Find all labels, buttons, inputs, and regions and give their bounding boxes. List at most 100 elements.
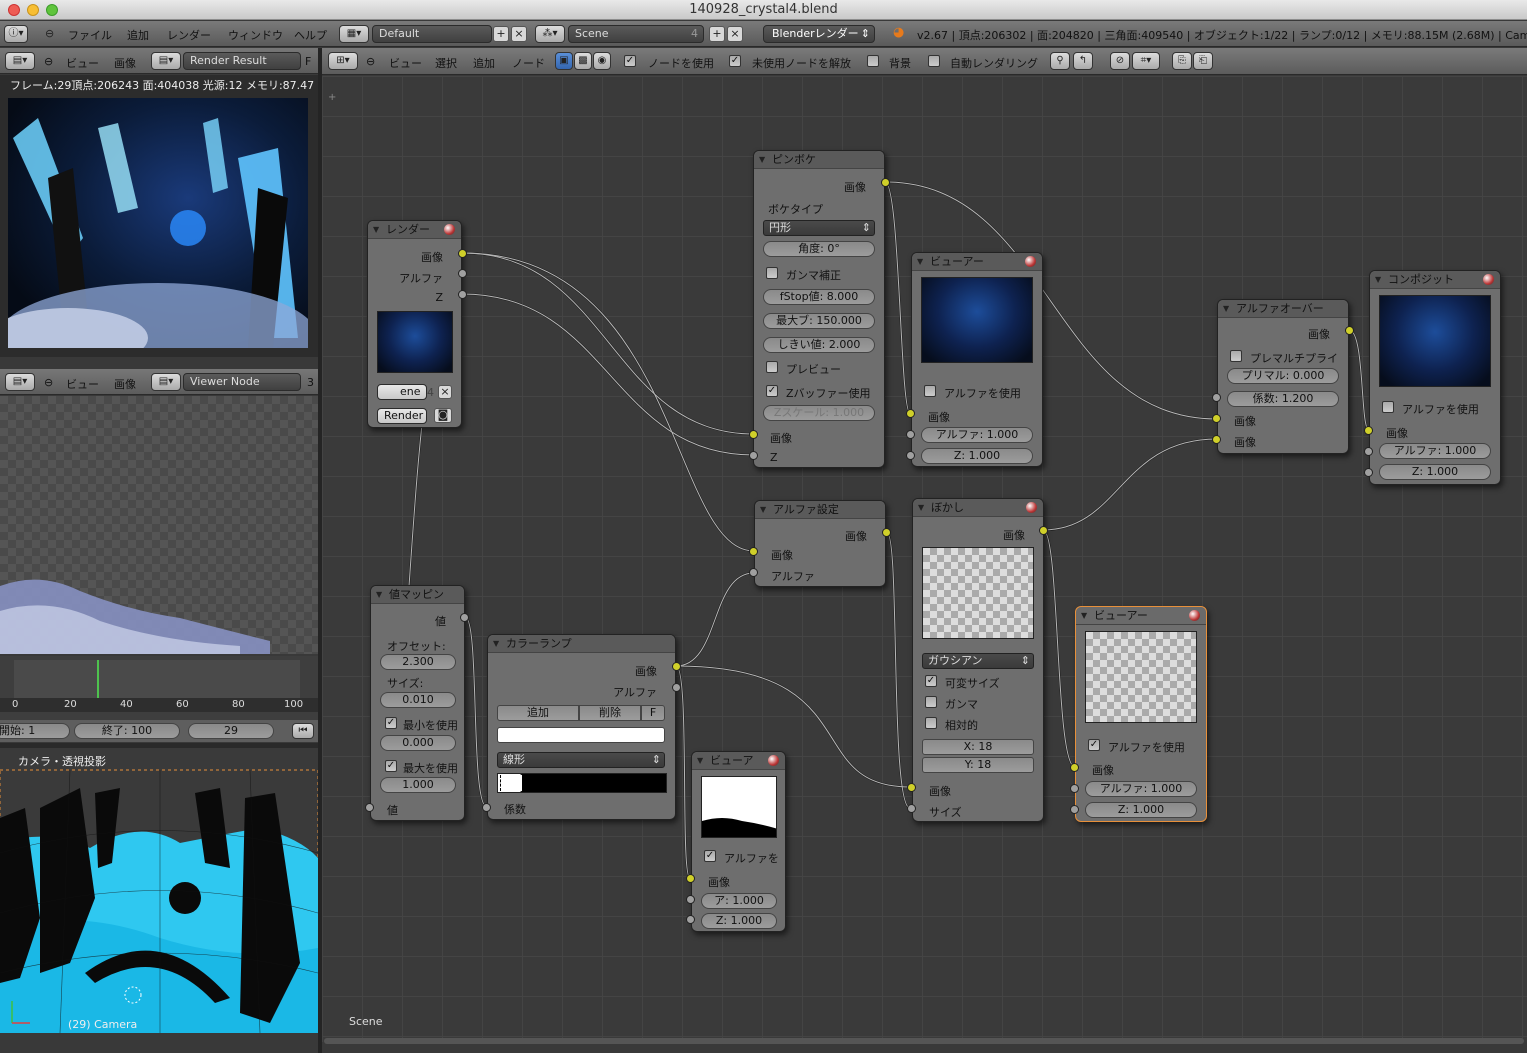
blur-node[interactable]: ぼかし 画像 ガウシアン ⇕ ✓ 可変サイズ ガンマ 相対的 X: 18 Y: 1… [912,498,1044,822]
node-title[interactable]: カラーランプ [488,635,675,653]
viewer-icon[interactable] [1189,610,1200,621]
node-title[interactable]: コンポジット [1370,271,1500,289]
min-field[interactable]: 0.000 [380,735,456,751]
variable-size-checkbox[interactable]: ✓ [925,675,937,687]
timeline-track[interactable] [14,660,300,698]
bokeh-type-select[interactable]: 円形 ⇕ [763,220,875,236]
info-editor-type-icon[interactable]: ⓘ▾ [4,25,28,43]
image-name-field[interactable]: Render Result [183,52,301,70]
alpha-over-node[interactable]: アルファオーバー 画像 プレマルチプライ プリマル: 0.000 係数: 1.2… [1217,299,1349,454]
delete-stop-button[interactable]: 削除 [579,705,641,721]
layout-icon[interactable]: ▦▾ [339,25,369,43]
layout-add-icon[interactable]: + [493,26,509,42]
socket-alphaover-fac-in[interactable] [1212,393,1221,402]
viewer-icon[interactable] [1025,256,1036,267]
scene-icon[interactable]: ⁂▾ [535,25,565,43]
image-name-field[interactable]: Viewer Node [183,373,301,391]
max-field[interactable]: 1.000 [380,777,456,793]
factor-field[interactable]: 係数: 1.200 [1227,391,1339,407]
socket-defocus-image-in[interactable] [749,430,758,439]
flip-ramp-button[interactable]: F [641,705,665,721]
z-field[interactable]: Z: 1.000 [921,448,1033,464]
add-stop-button[interactable]: 追加 [497,705,579,721]
socket-viewer1-image-in[interactable] [906,409,915,418]
socket-mapvalue-value-out[interactable] [460,613,469,622]
menu-render[interactable]: レンダー [167,27,211,43]
socket-defocus-z-in[interactable] [749,451,758,460]
start-frame-field[interactable]: 開始: 1 [0,723,70,739]
menu-node[interactable]: ノード [512,55,545,71]
socket-viewer3-alpha-in[interactable] [686,895,695,904]
menu-view[interactable]: ビュー [389,55,422,71]
socket-defocus-image-out[interactable] [881,178,890,187]
size-x-field[interactable]: X: 18 [922,739,1034,755]
viewer-node-3[interactable]: ビューア ✓ アルファを 画像 ア: 1.000 Z: 1.000 [691,751,786,932]
defocus-node[interactable]: ピンボケ 画像 ボケタイプ 円形 ⇕ 角度: 0° ガンマ補正 fStop値: 8… [753,150,885,468]
menu-image[interactable]: 画像 [114,55,136,71]
socket-viewer1-z-in[interactable] [906,451,915,460]
editor-type-icon[interactable]: ▤▾ [5,373,35,391]
color-ramp-gradient[interactable] [497,773,667,793]
menu-view[interactable]: ビュー [66,376,99,392]
current-frame-field[interactable]: 29 [188,723,274,739]
socket-setalpha-image-in[interactable] [749,547,758,556]
scene-clear-icon[interactable]: × [438,385,452,399]
scene-field[interactable]: Scene 4 [568,25,704,43]
menu-add[interactable]: 追加 [473,55,495,71]
texture-tree-icon[interactable]: ◉ [593,52,611,70]
preview-icon[interactable] [1026,502,1037,513]
color-ramp-node[interactable]: カラーランプ 画像 アルファ 追加 削除 F 線形 ⇕ 係数 [487,634,676,820]
menu-add[interactable]: 追加 [127,27,149,43]
use-min-checkbox[interactable]: ✓ [385,717,397,729]
socket-composite-alpha-in[interactable] [1364,447,1373,456]
menu-window[interactable]: ウィンドウ [228,27,283,43]
composite-icon[interactable] [1483,274,1494,285]
scene-add-icon[interactable]: + [709,26,725,42]
layout-remove-icon[interactable]: × [511,26,527,42]
viewer-node-1[interactable]: ビューアー アルファを使用 画像 アルファ: 1.000 Z: 1.000 [911,252,1043,467]
camera-render-icon[interactable]: ◙ [434,408,452,423]
node-title[interactable]: アルファ設定 [755,501,885,519]
paste-nodes-icon[interactable]: ⎗ [1193,52,1213,70]
viewer-icon[interactable] [768,755,779,766]
socket-blur-image-out[interactable] [1039,526,1048,535]
editor-type-icon[interactable]: ⊞▾ [328,52,358,70]
node-title[interactable]: ビューアー [1076,607,1206,625]
socket-composite-image-in[interactable] [1364,426,1373,435]
image-browse-icon[interactable]: ▤▾ [151,373,181,391]
collapse-menu-icon[interactable]: ⊖ [44,55,53,68]
menu-help[interactable]: ヘルプ [294,27,327,43]
max-blur-field[interactable]: 最大ブ: 150.000 [763,313,875,329]
alpha-field[interactable]: アルファ: 1.000 [921,427,1033,443]
socket-setalpha-image-out[interactable] [882,528,891,537]
layout-field[interactable]: Default [372,25,492,43]
node-title[interactable]: 値マッピン [371,586,464,604]
scene-selector[interactable]: ene [377,384,427,400]
socket-viewer2-z-in[interactable] [1070,805,1079,814]
collapse-menu-icon[interactable]: ⊖ [366,55,375,68]
set-alpha-node[interactable]: アルファ設定 画像 画像 アルファ [754,500,886,587]
size-field[interactable]: 0.010 [380,692,456,708]
image-browse-icon[interactable]: ▤▾ [151,52,181,70]
gamma-correct-checkbox[interactable] [766,267,778,279]
composite-node[interactable]: コンポジット アルファを使用 画像 アルファ: 1.000 Z: 1.000 [1369,270,1501,485]
socket-colorramp-alpha-out[interactable] [672,683,681,692]
free-unused-checkbox[interactable]: ✓ [729,55,741,67]
horizontal-scrollbar[interactable] [324,1038,1524,1044]
convert-premul-checkbox[interactable] [1230,350,1242,362]
copy-nodes-icon[interactable]: ⎘ [1172,52,1192,70]
backdrop-checkbox[interactable] [867,55,879,67]
socket-colorramp-fac-in[interactable] [482,803,491,812]
socket-render-alpha-out[interactable] [458,269,467,278]
use-alpha-checkbox[interactable]: ✓ [704,850,716,862]
socket-alphaover-image2-in[interactable] [1212,435,1221,444]
pin-icon[interactable]: ⚲ [1050,52,1070,70]
socket-viewer2-image-in[interactable] [1070,763,1079,772]
use-max-checkbox[interactable]: ✓ [385,760,397,772]
z-scale-field[interactable]: Zスケール: 1.000 [763,405,875,421]
active-stop-color[interactable] [497,727,665,743]
use-zbuffer-checkbox[interactable]: ✓ [766,385,778,397]
interpolation-select[interactable]: 線形 ⇕ [497,752,665,768]
node-title[interactable]: レンダー [368,221,461,239]
filter-type-select[interactable]: ガウシアン ⇕ [922,653,1034,669]
